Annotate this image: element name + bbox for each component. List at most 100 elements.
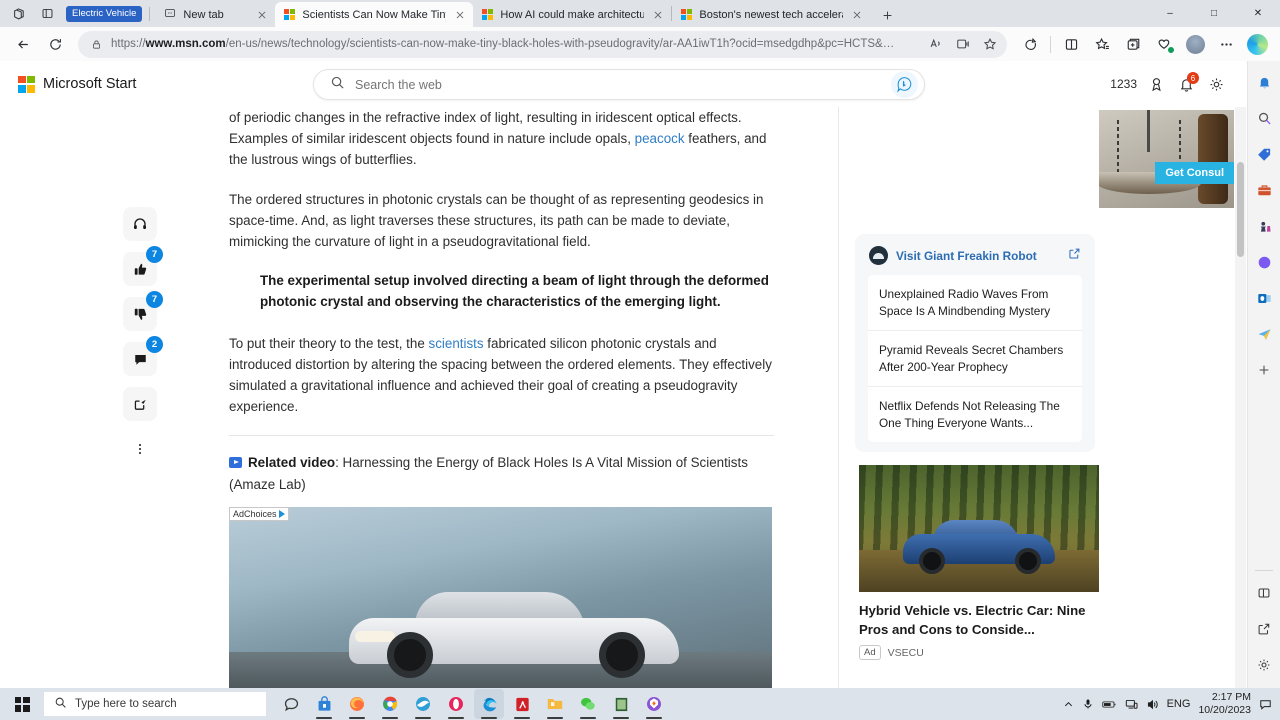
video-ad-player[interactable]: AdChoices	[229, 506, 772, 688]
back-icon[interactable]	[8, 30, 38, 58]
advertiser-name: VSECU	[887, 646, 924, 659]
reading-view-icon[interactable]	[949, 32, 976, 57]
close-window-button[interactable]: ✕	[1236, 0, 1280, 27]
more-options-button[interactable]	[123, 432, 157, 466]
page-scrollbar[interactable]	[1235, 107, 1246, 688]
scrollbar-thumb[interactable]	[1237, 162, 1244, 257]
clock[interactable]: 2:17 PM 10/20/2023	[1198, 691, 1251, 717]
search-box[interactable]	[313, 69, 925, 100]
tab-scientists-black-holes[interactable]: Scientists Can Now Make Tiny Bl	[275, 2, 474, 27]
split-screen-icon[interactable]	[1056, 30, 1086, 58]
new-tab-button[interactable]	[874, 3, 900, 27]
chrome-icon[interactable]	[375, 689, 405, 719]
microsoft-start-logo[interactable]: Microsoft Start	[18, 75, 136, 93]
tab-how-ai-architecture[interactable]: How AI could make architecture	[473, 2, 671, 27]
firefox-icon[interactable]	[342, 689, 372, 719]
tab-boston-tech-accelerator[interactable]: Boston's newest tech accelerator	[672, 2, 870, 27]
collections-icon[interactable]	[1118, 30, 1148, 58]
toolbar-divider	[1050, 35, 1051, 53]
plus-icon[interactable]	[1251, 357, 1277, 383]
copilot-button[interactable]	[1242, 30, 1272, 58]
tab-actions-icon[interactable]	[6, 3, 32, 25]
adchoices-badge[interactable]: AdChoices	[229, 506, 289, 521]
gfr-title[interactable]: Visit Giant Freakin Robot	[896, 249, 1060, 263]
language-indicator[interactable]: ENG	[1167, 698, 1191, 710]
start-button[interactable]	[0, 688, 44, 720]
favorites-icon[interactable]	[1087, 30, 1117, 58]
taskbar-search[interactable]: Type here to search	[44, 692, 266, 716]
brave-icon[interactable]	[639, 689, 669, 719]
tab-new-tab[interactable]: New tab	[155, 2, 275, 27]
book-icon[interactable]	[606, 689, 636, 719]
copilot-sidebar-icon[interactable]	[1015, 30, 1045, 58]
office-icon[interactable]	[1251, 249, 1277, 275]
microphone-icon[interactable]	[1082, 698, 1094, 710]
edge-icon[interactable]	[474, 689, 504, 719]
opera-icon[interactable]	[441, 689, 471, 719]
settings-gear-icon[interactable]	[1203, 71, 1229, 97]
comments-button[interactable]: 2	[123, 336, 163, 376]
gfr-card-header[interactable]: Visit Giant Freakin Robot	[855, 246, 1095, 275]
like-button[interactable]: 7	[123, 246, 163, 286]
notification-center-icon[interactable]	[1259, 698, 1272, 711]
ms-logo-icon	[284, 9, 296, 20]
list-item[interactable]: Unexplained Radio Waves From Space Is A …	[868, 275, 1082, 330]
minimize-button[interactable]: –	[1148, 0, 1192, 27]
tab-bar-divider	[149, 6, 151, 21]
dislike-button[interactable]: 7	[123, 291, 163, 331]
store-icon[interactable]	[309, 689, 339, 719]
peacock-link[interactable]: peacock	[635, 131, 685, 146]
read-aloud-icon[interactable]	[922, 32, 949, 57]
search-icon[interactable]	[1251, 105, 1277, 131]
column-divider	[838, 107, 839, 688]
get-consult-button[interactable]: Get Consul	[1155, 162, 1234, 184]
battery-icon[interactable]	[1101, 699, 1117, 710]
folder-icon[interactable]	[540, 689, 570, 719]
close-icon[interactable]	[255, 8, 269, 22]
tab-strip: New tab Scientists Can Now Make Tiny Bl …	[155, 0, 1148, 27]
share-button[interactable]	[123, 387, 157, 421]
wechat-icon[interactable]	[573, 689, 603, 719]
briefcase-icon[interactable]	[1251, 177, 1277, 203]
tag-icon[interactable]	[1251, 141, 1277, 167]
sponsored-ad-title[interactable]: Hybrid Vehicle vs. Electric Car: Nine Pr…	[859, 601, 1099, 639]
filezilla-icon[interactable]	[408, 689, 438, 719]
close-icon[interactable]	[850, 8, 864, 22]
external-link-icon[interactable]	[1068, 247, 1081, 265]
acrobat-icon[interactable]	[507, 689, 537, 719]
clock-time: 2:17 PM	[1211, 691, 1251, 703]
url-bar[interactable]: https://www.msn.com/en-us/news/technolog…	[78, 30, 1007, 58]
sponsored-ad-card[interactable]: Hybrid Vehicle vs. Electric Car: Nine Pr…	[859, 465, 1099, 660]
chess-icon[interactable]	[1251, 213, 1277, 239]
rewards-icon[interactable]	[1143, 71, 1169, 97]
chat-icon[interactable]	[276, 689, 306, 719]
refresh-icon[interactable]	[40, 30, 70, 58]
notifications-icon[interactable]: 6	[1173, 71, 1199, 97]
gear-icon[interactable]	[1251, 652, 1277, 678]
maximize-button[interactable]: □	[1192, 0, 1236, 27]
show-hidden-icons-chevron-icon[interactable]	[1063, 699, 1074, 710]
settings-more-icon[interactable]	[1211, 30, 1241, 58]
favorite-star-icon[interactable]	[976, 32, 1003, 57]
bing-chat-button[interactable]	[891, 71, 918, 98]
profile-avatar[interactable]	[1180, 30, 1210, 58]
split-screen-icon[interactable]	[1251, 580, 1277, 606]
volume-icon[interactable]	[1146, 698, 1159, 711]
close-icon[interactable]	[453, 8, 467, 22]
search-input[interactable]	[345, 77, 891, 92]
send-icon[interactable]	[1251, 321, 1277, 347]
external-link-icon[interactable]	[1251, 616, 1277, 642]
network-icon[interactable]	[1125, 698, 1138, 711]
scientists-link[interactable]: scientists	[429, 336, 484, 351]
listen-button[interactable]	[123, 207, 157, 241]
list-item[interactable]: Pyramid Reveals Secret Chambers After 20…	[868, 330, 1082, 386]
collection-pill[interactable]: Electric Vehicle	[66, 5, 143, 22]
list-item[interactable]: Netflix Defends Not Releasing The One Th…	[868, 386, 1082, 442]
tab-list-icon[interactable]	[34, 3, 60, 25]
close-icon[interactable]	[651, 8, 665, 22]
top-banner-ad[interactable]: Get Consul	[1099, 110, 1234, 208]
bell-icon[interactable]	[1251, 69, 1277, 95]
browser-essentials-icon[interactable]	[1149, 30, 1179, 58]
ad-tag: Ad	[859, 645, 881, 660]
outlook-icon[interactable]	[1251, 285, 1277, 311]
